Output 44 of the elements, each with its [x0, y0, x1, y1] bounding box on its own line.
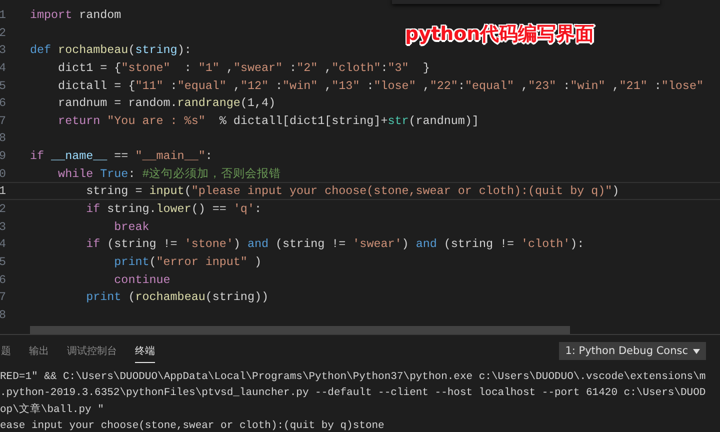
- code-line: import random: [30, 7, 122, 23]
- code-line: return "You are : %s" % dictall[dict1[string]+str(randnum)]: [57, 112, 479, 128]
- code-line: dictall = {"11" :"equal" ,"12" :"win" ,"13" :"lose" ,"22":"equal" ,"23" :"win" ,"21" :"lose": [57, 78, 704, 94]
- horizontal-scrollbar[interactable]: [30, 326, 570, 334]
- code-line: string = input("please input your choose(stone,swear or cloth):(quit by q)"): [85, 183, 620, 200]
- code-line: print("error input" ): [113, 254, 262, 270]
- code-line: break: [113, 218, 150, 234]
- terminal-line: RED=1" && C:\Users\DUODUO\AppData\Local\Programs\Python\Python37\python.exe c:\Users\DUODUO\.vscode\extensions\m: [0, 370, 707, 385]
- line-number: 5: [0, 78, 6, 94]
- code-line: continue: [113, 272, 170, 288]
- line-number: 6: [0, 95, 6, 111]
- line-number: 0: [0, 166, 6, 182]
- code-line: while True: #这句必须加，否则会报错: [57, 166, 282, 182]
- line-number: 3: [0, 42, 6, 58]
- overlay-caption: python代码编写界面: [405, 22, 594, 47]
- line-number: 7: [0, 112, 6, 128]
- panel-tab[interactable]: 输出: [29, 340, 49, 362]
- code-line: def rochambeau(string):: [30, 42, 192, 58]
- caret-icon: [693, 348, 700, 354]
- code-editor[interactable]: [0, 0, 720, 334]
- terminal-line: .python-2019.3.6352\pythonFiles\ptvsd_launcher.py --default --client --host localhost --port 61420 c:\Users\DUOD: [0, 386, 707, 402]
- code-line: randnum = random.randrange(1,4): [57, 95, 276, 111]
- line-number: 8: [0, 130, 6, 146]
- line-number: 1: [0, 183, 6, 200]
- line-number: 9: [0, 148, 6, 164]
- line-number: 3: [0, 218, 6, 234]
- line-number: 6: [0, 272, 6, 288]
- panel-tab[interactable]: 题: [1, 340, 11, 362]
- line-number: 1: [0, 7, 6, 23]
- code-line: dict1 = {"stone" : "1" ,"swear" :"2" ,"cloth":"3" }: [57, 60, 430, 76]
- terminal-dropdown[interactable]: 1: Python Debug Consc: [559, 342, 706, 360]
- line-number: 5: [0, 254, 6, 270]
- code-line: if __name__ == "__main__":: [30, 148, 212, 164]
- terminal-line: op\文章\ball.py ": [0, 402, 105, 418]
- code-line: print (rochambeau(string)): [85, 289, 268, 305]
- line-number: 2: [0, 201, 6, 217]
- line-number: 2: [0, 24, 6, 40]
- panel-tab[interactable]: 调试控制台: [67, 340, 117, 362]
- code-line: if (string != 'stone') and (string != 'swear') and (string != 'cloth'):: [85, 236, 584, 252]
- terminal-line: ease input your choose(stone,swear or cloth):(quit by q)stone: [0, 419, 386, 432]
- line-number: 7: [0, 289, 6, 305]
- line-number: 8: [0, 306, 6, 323]
- panel-tab[interactable]: 终端: [135, 340, 155, 362]
- code-line: if string.lower() == 'q':: [85, 201, 262, 217]
